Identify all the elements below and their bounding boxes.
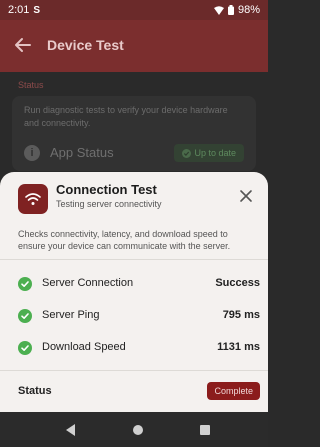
section-label: Status [18,80,44,90]
status-time: 2:01 [8,4,30,16]
divider [0,370,268,371]
notification-icon: S [33,4,41,16]
sheet-title: Connection Test [56,182,157,197]
check-row-download-speed: Download Speed 1131 ms [18,340,260,360]
app-status-row: i App Status Up to date [24,142,244,164]
navigation-bar [0,412,268,447]
info-icon: i [24,145,40,161]
status-label: Status [18,385,52,397]
status-bar: 2:01 S 98% [0,0,268,20]
check-circle-icon [18,341,32,355]
status-card: Run diagnostic tests to verify your devi… [12,96,256,171]
app-status-label: App Status [50,145,114,160]
wifi-icon [18,184,48,214]
check-value: 1131 ms [217,341,260,353]
check-value: 795 ms [222,309,260,321]
check-circle-icon [182,148,192,158]
battery-icon [227,5,234,15]
up-to-date-label: Up to date [194,148,236,158]
check-circle-icon [18,309,32,323]
sheet-subtitle: Testing server connectivity [56,199,162,209]
device-screen: 2:01 S 98% Device Test Status Run diagno… [0,0,268,447]
up-to-date-badge: Up to date [174,144,244,162]
nav-home-icon[interactable] [133,425,143,435]
status-row: Status Complete [18,382,260,402]
card-description: Run diagnostic tests to verify your devi… [24,105,228,128]
nav-back-icon[interactable] [66,424,75,436]
check-circle-icon [18,277,32,291]
divider [0,259,268,260]
check-label: Download Speed [42,341,126,353]
complete-badge: Complete [207,382,260,400]
check-row-server-connection: Server Connection Success [18,276,260,296]
close-icon[interactable] [238,188,254,204]
check-label: Server Ping [42,309,100,321]
nav-recents-icon[interactable] [200,425,210,435]
battery-percent: 98% [237,4,260,16]
page-title: Device Test [47,37,124,53]
connection-test-sheet: Connection Test Testing server connectiv… [0,172,268,412]
check-row-server-ping: Server Ping 795 ms [18,308,260,328]
check-label: Server Connection [42,277,134,289]
wifi-icon [213,5,224,15]
app-bar: Device Test [0,20,268,72]
back-arrow-icon[interactable] [12,34,34,56]
check-value: Success [215,277,260,289]
sheet-description: Checks connectivity, latency, and downlo… [18,229,231,251]
